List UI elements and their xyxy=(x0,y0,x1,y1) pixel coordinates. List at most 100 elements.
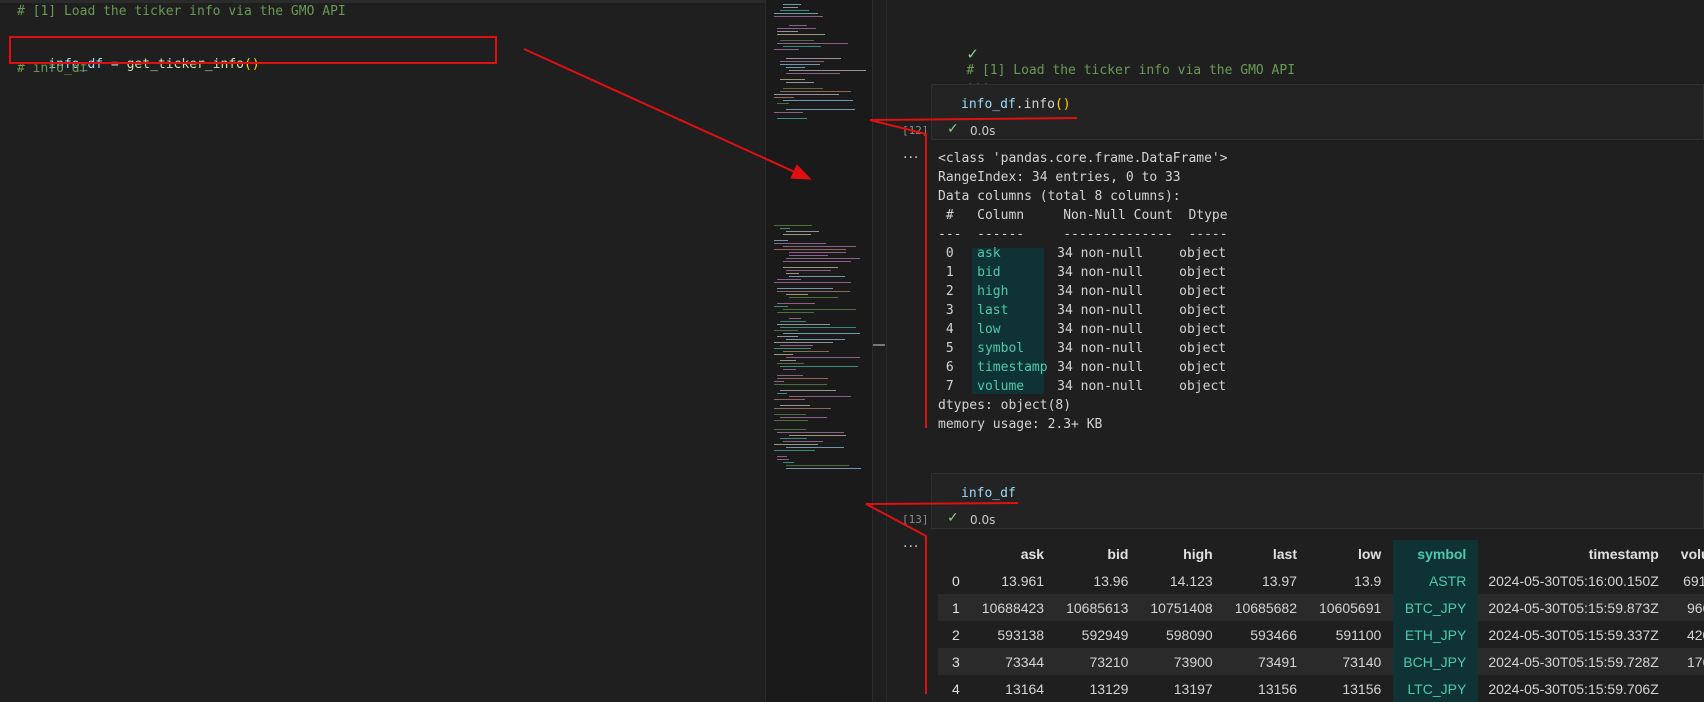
minimap-line xyxy=(777,375,803,376)
info-row: 6 timestamp 34 non-null object xyxy=(938,360,1226,375)
minimap-line xyxy=(774,429,806,430)
table-row: 3 73344 73210 73900 73491 73140 BCH_JPY 2024-05… xyxy=(938,648,1704,675)
info-row-index: 5 xyxy=(938,341,954,356)
minimap-line xyxy=(774,420,808,421)
code-cell-13[interactable] xyxy=(931,473,1704,529)
minimap-line xyxy=(780,79,805,80)
minimap-line xyxy=(786,82,814,83)
cell-12-parens: () xyxy=(1054,97,1071,112)
minimap-line xyxy=(789,255,828,256)
minimap-line xyxy=(777,378,828,379)
info-row-column: ask xyxy=(977,246,1001,261)
minimap-line xyxy=(777,31,798,32)
table-cell: 10751408 xyxy=(1140,594,1225,621)
info-row: 1 bid 34 non-null object xyxy=(938,265,1226,280)
table-header-row: askbidhighlastlowsymboltimestampvolume xyxy=(938,540,1704,567)
minimap-line xyxy=(774,399,805,400)
minimap-line xyxy=(777,432,844,433)
table-cell: BCH_JPY xyxy=(1393,648,1479,675)
column-header[interactable]: last xyxy=(1225,540,1309,567)
column-header[interactable]: bid xyxy=(1056,540,1140,567)
minimap-line xyxy=(783,7,798,8)
table-cell: 73344 xyxy=(971,648,1057,675)
table-cell: 73900 xyxy=(1140,648,1225,675)
code-cell-12[interactable] xyxy=(931,84,1704,140)
minimap-line xyxy=(783,88,823,89)
minimap-line xyxy=(777,103,789,104)
minimap-line xyxy=(789,435,846,436)
minimap-line xyxy=(774,348,811,349)
minimap-line xyxy=(786,465,849,466)
minimap-line xyxy=(777,288,833,289)
minimap-line xyxy=(777,291,850,292)
minimap-line xyxy=(774,243,826,244)
cell-12-output-menu-icon[interactable]: ··· xyxy=(903,150,919,166)
table-cell: 837 xyxy=(1671,675,1704,702)
minimap-line xyxy=(774,330,798,331)
info-row: 4 low 34 non-null object xyxy=(938,322,1226,337)
cell-12-var: info_df xyxy=(961,97,1016,112)
info-row-count: 34 non-null xyxy=(1057,341,1144,356)
minimap-line xyxy=(774,16,823,17)
info-row-dtype: object xyxy=(1179,341,1227,356)
minimap-line xyxy=(786,357,860,358)
minimap-line xyxy=(780,360,796,361)
table-cell: 2024-05-30T05:15:59.337Z xyxy=(1488,626,1659,643)
code-editor[interactable]: # [1] Load the ticker info via the GMO A… xyxy=(0,0,765,702)
column-header[interactable]: volume xyxy=(1671,540,1704,567)
info-row-dtype: object xyxy=(1179,303,1227,318)
minimap-line xyxy=(789,297,838,298)
minimap-line xyxy=(783,261,851,262)
table-cell: 13197 xyxy=(1173,680,1213,697)
info-row-column: timestamp xyxy=(977,360,1048,375)
table-row: 2 593138 592949 598090 593466 591100 ETH_JPY 20… xyxy=(938,621,1704,648)
minimap-line xyxy=(783,234,811,235)
collapsed-cell-text: # [1] Load the ticker info via the GMO A… xyxy=(966,63,1296,78)
info-row-dtype: object xyxy=(1179,284,1227,299)
minimap-line xyxy=(786,294,808,295)
minimap-line xyxy=(783,462,794,463)
minimap-line xyxy=(789,25,807,26)
table-cell: 14.123 xyxy=(1169,572,1213,589)
table-cell: 13156 xyxy=(1258,680,1297,697)
column-header[interactable]: high xyxy=(1140,540,1224,567)
minimap[interactable] xyxy=(765,0,872,702)
minimap-line xyxy=(774,240,788,241)
info-row-dtype: object xyxy=(1179,322,1227,337)
scrollbar-thumb[interactable] xyxy=(873,344,885,346)
cell-12-code[interactable]: info_df.info() xyxy=(961,97,1071,112)
table-cell: 13.97 xyxy=(1261,572,1297,589)
info-row-dtype: object xyxy=(1179,360,1227,375)
info-row-count: 34 non-null xyxy=(1057,265,1144,280)
minimap-line xyxy=(774,444,818,445)
info-row-column: low xyxy=(977,322,1001,337)
column-header[interactable]: low xyxy=(1309,540,1393,567)
minimap-line xyxy=(777,363,804,364)
minimap-line xyxy=(774,306,788,307)
column-header[interactable] xyxy=(938,540,972,567)
editor-scrollbar[interactable] xyxy=(872,0,887,702)
info-row-column: symbol xyxy=(977,341,1025,356)
cell-12-method: .info xyxy=(1015,97,1055,112)
minimap-line xyxy=(777,279,801,280)
minimap-line xyxy=(786,231,819,232)
cell-13-code[interactable]: info_df xyxy=(961,486,1016,501)
cell-13-output-menu-icon[interactable]: ··· xyxy=(903,539,919,555)
table-cell: LTC_JPY xyxy=(1393,675,1479,702)
column-header[interactable]: timestamp xyxy=(1478,540,1670,567)
table-cell: 966.74 xyxy=(1670,594,1704,621)
minimap-line xyxy=(783,246,856,247)
column-header[interactable]: symbol xyxy=(1393,540,1479,567)
info-row: 5 symbol 34 non-null object xyxy=(938,341,1226,356)
minimap-line xyxy=(774,225,812,226)
minimap-line xyxy=(783,46,821,47)
output-line-columns: Data columns (total 8 columns): xyxy=(938,189,1181,204)
minimap-line xyxy=(777,34,825,35)
column-header[interactable]: ask xyxy=(972,540,1056,567)
minimap-line xyxy=(777,459,789,460)
info-row-index: 7 xyxy=(938,379,954,394)
minimap-line xyxy=(786,270,831,271)
info-row-count: 34 non-null xyxy=(1057,360,1144,375)
info-row-column: high xyxy=(977,284,1009,299)
minimap-line xyxy=(780,417,827,418)
